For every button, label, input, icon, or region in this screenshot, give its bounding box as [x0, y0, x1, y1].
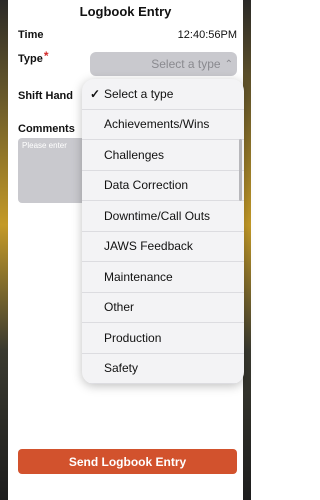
- dropdown-option-label: Data Correction: [104, 178, 189, 193]
- comments-placeholder: Please enter: [22, 141, 67, 150]
- dropdown-option[interactable]: Maintenance: [82, 262, 244, 293]
- type-select[interactable]: Select a type ⌃: [90, 52, 237, 76]
- background-photo-left: [0, 0, 8, 500]
- send-logbook-entry-button[interactable]: Send Logbook Entry: [18, 449, 237, 474]
- dropdown-option[interactable]: JAWS Feedback: [82, 232, 244, 262]
- chevron-updown-icon: ⌃: [224, 58, 233, 70]
- dropdown-option[interactable]: Data Correction: [82, 171, 244, 201]
- comments-label: Comments: [18, 123, 75, 135]
- dropdown-option[interactable]: Production: [82, 323, 244, 354]
- dropdown-scrollbar[interactable]: [239, 139, 242, 201]
- time-label: Time: [18, 29, 44, 41]
- page-title: Logbook Entry: [79, 4, 172, 19]
- checkmark-icon: ✓: [90, 86, 101, 101]
- time-value: 12:40:56PM: [177, 29, 237, 41]
- dropdown-option[interactable]: Achievements/Wins: [82, 110, 244, 140]
- shift-label: Shift Hand: [18, 90, 73, 102]
- dropdown-option[interactable]: Other: [82, 293, 244, 323]
- dropdown-option-label: Production: [104, 330, 162, 345]
- dropdown-option[interactable]: Downtime/Call Outs: [82, 201, 244, 232]
- dropdown-option-label: Maintenance: [104, 269, 173, 284]
- dropdown-option-label: Other: [104, 300, 135, 315]
- dropdown-option[interactable]: ✓ Select a type: [82, 79, 244, 110]
- type-select-value: Select a type: [151, 57, 221, 71]
- dropdown-option-label: JAWS Feedback: [104, 239, 193, 254]
- type-dropdown-menu: ✓ Select a type Achievements/Wins Challe…: [82, 79, 244, 384]
- type-label: Type*: [18, 49, 49, 65]
- dropdown-option-label: Select a type: [104, 86, 174, 101]
- dropdown-option-label: Achievements/Wins: [104, 117, 210, 132]
- logbook-sheet: Logbook Entry Time 12:40:56PM Type* Sele…: [8, 0, 244, 500]
- dropdown-option-label: Safety: [104, 361, 139, 376]
- dropdown-option[interactable]: Safety: [82, 354, 244, 384]
- type-label-text: Type: [18, 53, 43, 65]
- required-asterisk: *: [43, 49, 49, 63]
- background-photo-right: [243, 0, 251, 500]
- dropdown-option[interactable]: Challenges: [82, 140, 244, 171]
- dropdown-option-label: Challenges: [104, 147, 165, 162]
- dropdown-option-label: Downtime/Call Outs: [104, 208, 211, 223]
